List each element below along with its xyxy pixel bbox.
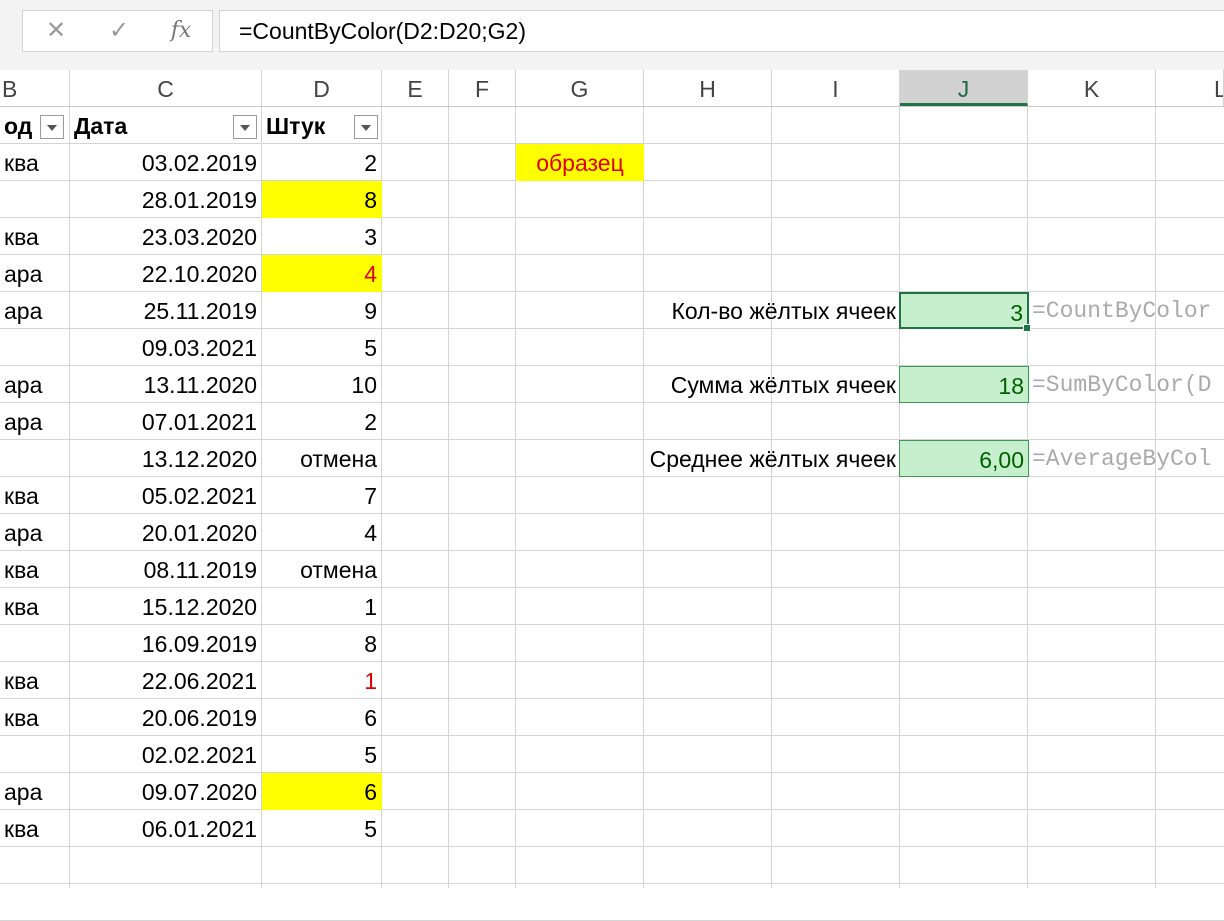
table-cell-city[interactable] (0, 181, 70, 217)
table-cell-qty[interactable]: 10 (262, 366, 382, 403)
table-cell-qty[interactable]: 5 (262, 329, 382, 366)
table-cell-qty[interactable]: отмена (262, 551, 382, 588)
table-cell-city[interactable]: ква (0, 477, 70, 513)
table-cell-city[interactable] (0, 440, 70, 476)
column-header-i[interactable]: I (772, 70, 900, 106)
table-cell-qty[interactable]: отмена (262, 440, 382, 477)
column-headers: B C D E F G H I J K L (0, 70, 1224, 107)
column-header-b[interactable]: B (0, 70, 70, 106)
table-cell-city[interactable]: ква (0, 144, 70, 180)
table-cell-city[interactable]: ара (0, 403, 70, 439)
table-cell-city[interactable] (0, 625, 70, 661)
table-cell-date[interactable]: 20.06.2019 (70, 699, 262, 735)
column-header-j[interactable]: J (900, 70, 1028, 106)
table-cell-qty[interactable]: 6 (262, 773, 382, 810)
table-cell-date[interactable]: 09.07.2020 (70, 773, 262, 809)
table-cell-date[interactable]: 05.02.2021 (70, 477, 262, 513)
table-cell-qty[interactable]: 2 (262, 403, 382, 440)
table-cell-date[interactable]: 16.09.2019 (70, 625, 262, 661)
table-cell-city[interactable]: ква (0, 588, 70, 624)
table-cell-date[interactable]: 07.01.2021 (70, 403, 262, 439)
table-cell-date[interactable]: 25.11.2019 (70, 292, 262, 328)
column-header-g[interactable]: G (516, 70, 644, 106)
table-cell-date[interactable]: 28.01.2019 (70, 181, 262, 217)
table-cell-qty[interactable]: 9 (262, 292, 382, 329)
check-icon[interactable]: ✓ (99, 11, 139, 51)
count-yellow-label: Кол-во жёлтых ячеек (671, 298, 896, 324)
column-header-h[interactable]: H (644, 70, 772, 106)
table-cell-city[interactable] (0, 329, 70, 365)
table-cell-city[interactable]: ква (0, 662, 70, 698)
table-cell-city[interactable]: ара (0, 366, 70, 402)
table-cell-date[interactable]: 15.12.2020 (70, 588, 262, 624)
table-cell-qty[interactable]: 8 (262, 181, 382, 218)
table-cell-qty[interactable]: 5 (262, 810, 382, 847)
table-cell-city[interactable]: ква (0, 551, 70, 587)
table-cell-date[interactable]: 03.02.2019 (70, 144, 262, 180)
column-header-d[interactable]: D (262, 70, 382, 106)
table-cell-city[interactable]: ара (0, 255, 70, 291)
table-cell-city[interactable]: ква (0, 810, 70, 846)
table-cell-qty[interactable]: 2 (262, 144, 382, 181)
column-header-k[interactable]: K (1028, 70, 1156, 106)
table-cell-date[interactable]: 20.01.2020 (70, 514, 262, 550)
table-cell-date[interactable]: 22.10.2020 (70, 255, 262, 291)
average-yellow-cell[interactable]: 6,00 (899, 440, 1029, 477)
average-formula-text: =AverageByCol (1032, 446, 1212, 472)
table-cell-date[interactable]: 23.03.2020 (70, 218, 262, 254)
table-cell-qty[interactable]: 4 (262, 255, 382, 292)
table-cell-qty[interactable]: 5 (262, 736, 382, 773)
table-cell-city[interactable]: ара (0, 514, 70, 550)
table-cell-date[interactable]: 06.01.2021 (70, 810, 262, 846)
table-cell-qty[interactable]: 6 (262, 699, 382, 736)
table-cell-qty[interactable]: 8 (262, 625, 382, 662)
count-formula-text: =CountByColor (1032, 298, 1212, 324)
filter-dropdown-icon[interactable] (233, 115, 257, 139)
table-cell-qty[interactable]: 1 (262, 588, 382, 625)
formula-input[interactable]: =CountByColor(D2:D20;G2) (219, 10, 1224, 52)
table-cell-date[interactable]: 02.02.2021 (70, 736, 262, 772)
sample-color-cell[interactable]: образец (516, 144, 644, 181)
table-cell-date[interactable]: 13.11.2020 (70, 366, 262, 402)
table-cell-date[interactable]: 22.06.2021 (70, 662, 262, 698)
table-cell-qty[interactable]: 7 (262, 477, 382, 514)
column-header-c[interactable]: C (70, 70, 262, 106)
close-icon[interactable]: ✕ (36, 11, 76, 51)
sheet-grid[interactable]: од Дата Штук ква 03.02.2019 2 28.01.2019 8 кв… (0, 107, 1224, 921)
table-cell-qty[interactable]: 1 (262, 662, 382, 699)
sum-yellow-cell[interactable]: 18 (899, 366, 1029, 403)
column-header-l[interactable]: L (1156, 70, 1224, 106)
formula-bar-buttons: ✕ ✓ fx (22, 10, 213, 52)
filter-dropdown-icon[interactable] (354, 115, 378, 139)
fx-icon[interactable]: fx (161, 11, 201, 51)
table-cell-date[interactable]: 13.12.2020 (70, 440, 262, 476)
sum-formula-text: =SumByColor(D (1032, 372, 1212, 398)
table-cell-city[interactable] (0, 736, 70, 772)
column-header-e[interactable]: E (382, 70, 449, 106)
sum-yellow-label: Сумма жёлтых ячеек (670, 372, 896, 398)
table-cell-city[interactable]: ара (0, 292, 70, 328)
count-yellow-cell[interactable]: 3 (899, 292, 1029, 329)
table-cell-date[interactable]: 09.03.2021 (70, 329, 262, 365)
table-cell-city[interactable]: ква (0, 218, 70, 254)
formula-bar: ✕ ✓ fx =CountByColor(D2:D20;G2) (0, 0, 1224, 70)
filter-dropdown-icon[interactable] (40, 115, 64, 139)
table-cell-city[interactable]: ква (0, 699, 70, 735)
table-cell-qty[interactable]: 3 (262, 218, 382, 255)
table-cell-qty[interactable]: 4 (262, 514, 382, 551)
column-header-f[interactable]: F (449, 70, 516, 106)
table-cell-date[interactable]: 08.11.2019 (70, 551, 262, 587)
average-yellow-label: Среднее жёлтых ячеек (649, 446, 896, 472)
table-cell-city[interactable]: ара (0, 773, 70, 809)
